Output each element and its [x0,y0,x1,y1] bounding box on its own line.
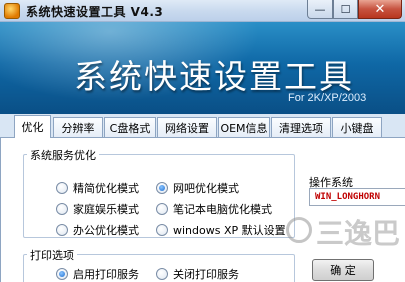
banner-subtitle: For 2K/XP/2003 [288,92,367,104]
tab-strip: 优化 分辨率 C盘格式 网络设置 OEM信息 清理选项 小键盘 [0,114,405,138]
minimize-icon: — [314,2,326,16]
window-title: 系统快速设置工具 V4.3 [26,5,164,19]
radio-lite-mode-dot[interactable] [56,182,68,194]
radio-home-mode[interactable]: 家庭娱乐模式 [56,201,139,217]
radio-home-mode-label: 家庭娱乐模式 [73,203,139,216]
radio-xp-default[interactable]: windows XP 默认设置 [156,222,286,238]
watermark-logo-icon [286,217,312,243]
radio-enable-print-label: 启用打印服务 [73,268,139,281]
title-bar: 系统快速设置工具 V4.3 — ☐ ✕ [0,0,405,22]
radio-xp-default-dot[interactable] [156,224,168,236]
tab-keypad[interactable]: 小键盘 [332,117,382,137]
radio-office-mode-dot[interactable] [56,224,68,236]
radio-disable-print[interactable]: 关闭打印服务 [156,266,239,282]
radio-xp-default-label: windows XP 默认设置 [173,224,286,237]
tab-network[interactable]: 网络设置 [157,117,217,137]
radio-enable-print[interactable]: 启用打印服务 [56,266,139,282]
radio-home-mode-dot[interactable] [56,203,68,215]
minimize-button[interactable]: — [307,0,333,19]
close-button[interactable]: ✕ [358,0,402,19]
radio-netbar-mode-dot[interactable] [156,182,168,194]
radio-enable-print-dot[interactable] [56,268,68,280]
tab-c-format[interactable]: C盘格式 [104,117,156,137]
maximize-button[interactable]: ☐ [333,0,358,19]
maximize-icon: ☐ [340,2,351,16]
radio-lite-mode[interactable]: 精简优化模式 [56,180,139,196]
radio-netbar-mode[interactable]: 网吧优化模式 [156,180,239,196]
banner: 系统快速设置工具 For 2K/XP/2003 [0,22,405,114]
services-group-label: 系统服务优化 [27,147,99,163]
radio-laptop-mode-dot[interactable] [156,203,168,215]
radio-lite-mode-label: 精简优化模式 [73,182,139,195]
app-gear-icon [4,3,20,19]
print-group-label: 打印选项 [27,247,77,263]
radio-disable-print-label: 关闭打印服务 [173,268,239,281]
radio-office-mode-label: 办公优化模式 [73,224,139,237]
close-icon: ✕ [374,1,386,17]
radio-disable-print-dot[interactable] [156,268,168,280]
radio-laptop-mode-label: 笔记本电脑优化模式 [173,203,272,216]
ok-button[interactable]: 确 定 [312,259,374,281]
banner-title: 系统快速设置工具 [74,57,354,96]
os-value: WIN_LONGHORN [315,192,381,202]
optimize-panel: 系统服务优化 精简优化模式 网吧优化模式 家庭娱乐模式 笔记本电脑优化模式 办公… [0,138,405,282]
radio-office-mode[interactable]: 办公优化模式 [56,222,139,238]
watermark: 三逸巴 [316,217,401,250]
radio-netbar-mode-label: 网吧优化模式 [173,182,239,195]
os-field: WIN_LONGHORN [309,188,405,206]
tab-resolution[interactable]: 分辨率 [53,117,103,137]
tab-clean[interactable]: 清理选项 [271,117,331,137]
tab-optimize[interactable]: 优化 [14,115,51,138]
radio-laptop-mode[interactable]: 笔记本电脑优化模式 [156,201,272,217]
tab-oem[interactable]: OEM信息 [218,117,270,137]
